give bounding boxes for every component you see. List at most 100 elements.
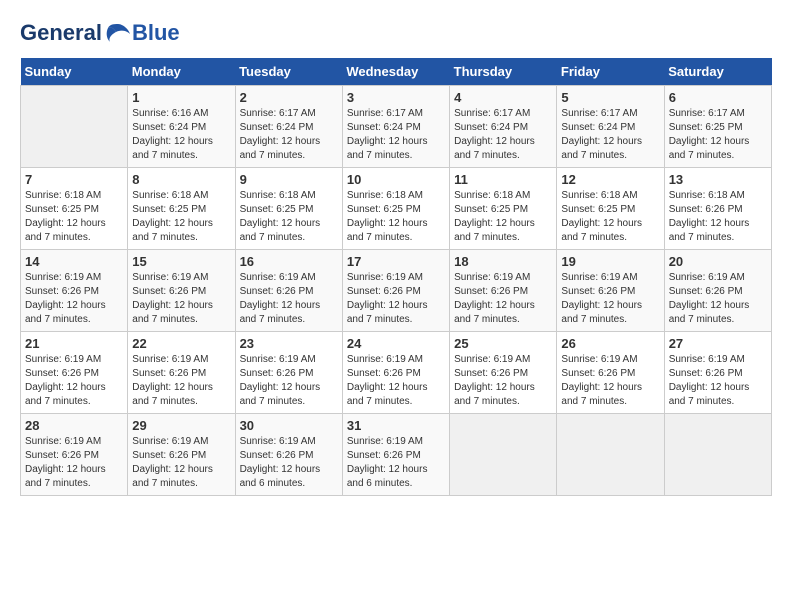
weekday-header-saturday: Saturday: [664, 58, 771, 86]
day-number: 18: [454, 254, 552, 269]
calendar-week-row: 21Sunrise: 6:19 AM Sunset: 6:26 PM Dayli…: [21, 332, 772, 414]
day-number: 15: [132, 254, 230, 269]
weekday-header-thursday: Thursday: [450, 58, 557, 86]
day-info: Sunrise: 6:19 AM Sunset: 6:26 PM Dayligh…: [669, 271, 767, 327]
day-info: Sunrise: 6:19 AM Sunset: 6:26 PM Dayligh…: [454, 271, 552, 327]
day-info: Sunrise: 6:19 AM Sunset: 6:26 PM Dayligh…: [25, 435, 123, 491]
calendar-cell: 9 Sunrise: 6:18 AM Sunset: 6:25 PM Daylig…: [235, 168, 342, 250]
calendar-cell: 8 Sunrise: 6:18 AM Sunset: 6:25 PM Daylig…: [128, 168, 235, 250]
day-number: 1: [132, 90, 230, 105]
day-number: 25: [454, 336, 552, 351]
day-info: Sunrise: 6:18 AM Sunset: 6:25 PM Dayligh…: [454, 189, 552, 245]
day-info: Sunrise: 6:19 AM Sunset: 6:26 PM Dayligh…: [25, 353, 123, 409]
logo-bird-icon: [104, 20, 132, 48]
calendar-cell: 22 Sunrise: 6:19 AM Sunset: 6:26 PM Dayli…: [128, 332, 235, 414]
day-info: Sunrise: 6:17 AM Sunset: 6:25 PM Dayligh…: [669, 107, 767, 163]
calendar-cell: 24 Sunrise: 6:19 AM Sunset: 6:26 PM Dayli…: [342, 332, 449, 414]
day-number: 19: [561, 254, 659, 269]
calendar-cell: 12 Sunrise: 6:18 AM Sunset: 6:25 PM Dayli…: [557, 168, 664, 250]
day-info: Sunrise: 6:19 AM Sunset: 6:26 PM Dayligh…: [132, 435, 230, 491]
day-number: 13: [669, 172, 767, 187]
calendar-cell: 25 Sunrise: 6:19 AM Sunset: 6:26 PM Dayli…: [450, 332, 557, 414]
logo: General Blue: [20, 20, 180, 48]
day-number: 14: [25, 254, 123, 269]
day-info: Sunrise: 6:19 AM Sunset: 6:26 PM Dayligh…: [132, 271, 230, 327]
calendar-cell: 29 Sunrise: 6:19 AM Sunset: 6:26 PM Dayli…: [128, 414, 235, 496]
calendar-cell: 7 Sunrise: 6:18 AM Sunset: 6:25 PM Daylig…: [21, 168, 128, 250]
day-number: 12: [561, 172, 659, 187]
day-info: Sunrise: 6:18 AM Sunset: 6:26 PM Dayligh…: [669, 189, 767, 245]
calendar-cell: 20Sunrise: 6:19 AM Sunset: 6:26 PM Dayli…: [664, 250, 771, 332]
day-info: Sunrise: 6:18 AM Sunset: 6:25 PM Dayligh…: [240, 189, 338, 245]
day-number: 8: [132, 172, 230, 187]
day-number: 16: [240, 254, 338, 269]
calendar-cell: 17 Sunrise: 6:19 AM Sunset: 6:26 PM Dayli…: [342, 250, 449, 332]
day-number: 2: [240, 90, 338, 105]
day-number: 3: [347, 90, 445, 105]
day-number: 7: [25, 172, 123, 187]
day-info: Sunrise: 6:18 AM Sunset: 6:25 PM Dayligh…: [132, 189, 230, 245]
calendar-cell: [21, 86, 128, 168]
calendar-week-row: 28 Sunrise: 6:19 AM Sunset: 6:26 PM Dayli…: [21, 414, 772, 496]
day-number: 23: [240, 336, 338, 351]
day-info: Sunrise: 6:19 AM Sunset: 6:26 PM Dayligh…: [347, 435, 445, 491]
day-number: 6: [669, 90, 767, 105]
day-info: Sunrise: 6:17 AM Sunset: 6:24 PM Dayligh…: [454, 107, 552, 163]
day-info: Sunrise: 6:19 AM Sunset: 6:26 PM Dayligh…: [240, 353, 338, 409]
day-number: 10: [347, 172, 445, 187]
calendar-cell: [664, 414, 771, 496]
calendar-cell: 16Sunrise: 6:19 AM Sunset: 6:26 PM Dayli…: [235, 250, 342, 332]
weekday-header-tuesday: Tuesday: [235, 58, 342, 86]
calendar-cell: 14 Sunrise: 6:19 AM Sunset: 6:26 PM Dayli…: [21, 250, 128, 332]
day-number: 30: [240, 418, 338, 433]
day-number: 28: [25, 418, 123, 433]
calendar-cell: [557, 414, 664, 496]
calendar-cell: 21Sunrise: 6:19 AM Sunset: 6:26 PM Dayli…: [21, 332, 128, 414]
calendar-cell: 4Sunrise: 6:17 AM Sunset: 6:24 PM Daylig…: [450, 86, 557, 168]
day-info: Sunrise: 6:18 AM Sunset: 6:25 PM Dayligh…: [347, 189, 445, 245]
day-info: Sunrise: 6:19 AM Sunset: 6:26 PM Dayligh…: [669, 353, 767, 409]
calendar-cell: 26 Sunrise: 6:19 AM Sunset: 6:26 PM Dayli…: [557, 332, 664, 414]
calendar-table: SundayMondayTuesdayWednesdayThursdayFrid…: [20, 58, 772, 496]
day-info: Sunrise: 6:17 AM Sunset: 6:24 PM Dayligh…: [347, 107, 445, 163]
day-number: 17: [347, 254, 445, 269]
weekday-header-sunday: Sunday: [21, 58, 128, 86]
calendar-week-row: 7 Sunrise: 6:18 AM Sunset: 6:25 PM Daylig…: [21, 168, 772, 250]
calendar-cell: 5 Sunrise: 6:17 AM Sunset: 6:24 PM Daylig…: [557, 86, 664, 168]
logo-blue-text: Blue: [132, 20, 180, 46]
day-info: Sunrise: 6:16 AM Sunset: 6:24 PM Dayligh…: [132, 107, 230, 163]
day-info: Sunrise: 6:19 AM Sunset: 6:26 PM Dayligh…: [132, 353, 230, 409]
calendar-cell: 19Sunrise: 6:19 AM Sunset: 6:26 PM Dayli…: [557, 250, 664, 332]
calendar-cell: 3 Sunrise: 6:17 AM Sunset: 6:24 PM Daylig…: [342, 86, 449, 168]
day-info: Sunrise: 6:19 AM Sunset: 6:26 PM Dayligh…: [347, 271, 445, 327]
day-info: Sunrise: 6:18 AM Sunset: 6:25 PM Dayligh…: [25, 189, 123, 245]
day-number: 26: [561, 336, 659, 351]
day-number: 29: [132, 418, 230, 433]
day-number: 31: [347, 418, 445, 433]
day-info: Sunrise: 6:18 AM Sunset: 6:25 PM Dayligh…: [561, 189, 659, 245]
day-info: Sunrise: 6:19 AM Sunset: 6:26 PM Dayligh…: [240, 435, 338, 491]
calendar-cell: 27Sunrise: 6:19 AM Sunset: 6:26 PM Dayli…: [664, 332, 771, 414]
calendar-cell: 11Sunrise: 6:18 AM Sunset: 6:25 PM Dayli…: [450, 168, 557, 250]
day-number: 5: [561, 90, 659, 105]
day-number: 22: [132, 336, 230, 351]
day-number: 9: [240, 172, 338, 187]
calendar-cell: 6 Sunrise: 6:17 AM Sunset: 6:25 PM Daylig…: [664, 86, 771, 168]
logo-text: General: [20, 20, 132, 48]
day-info: Sunrise: 6:19 AM Sunset: 6:26 PM Dayligh…: [25, 271, 123, 327]
day-info: Sunrise: 6:17 AM Sunset: 6:24 PM Dayligh…: [561, 107, 659, 163]
calendar-cell: 2Sunrise: 6:17 AM Sunset: 6:24 PM Daylig…: [235, 86, 342, 168]
calendar-cell: [450, 414, 557, 496]
day-info: Sunrise: 6:19 AM Sunset: 6:26 PM Dayligh…: [347, 353, 445, 409]
day-info: Sunrise: 6:19 AM Sunset: 6:26 PM Dayligh…: [561, 353, 659, 409]
calendar-cell: 31 Sunrise: 6:19 AM Sunset: 6:26 PM Dayli…: [342, 414, 449, 496]
day-number: 24: [347, 336, 445, 351]
page-header: General Blue: [20, 20, 772, 48]
calendar-week-row: 1 Sunrise: 6:16 AM Sunset: 6:24 PM Daylig…: [21, 86, 772, 168]
weekday-header-row: SundayMondayTuesdayWednesdayThursdayFrid…: [21, 58, 772, 86]
calendar-cell: 28 Sunrise: 6:19 AM Sunset: 6:26 PM Dayli…: [21, 414, 128, 496]
calendar-cell: 15 Sunrise: 6:19 AM Sunset: 6:26 PM Dayli…: [128, 250, 235, 332]
weekday-header-monday: Monday: [128, 58, 235, 86]
day-info: Sunrise: 6:19 AM Sunset: 6:26 PM Dayligh…: [454, 353, 552, 409]
calendar-cell: 10 Sunrise: 6:18 AM Sunset: 6:25 PM Dayli…: [342, 168, 449, 250]
